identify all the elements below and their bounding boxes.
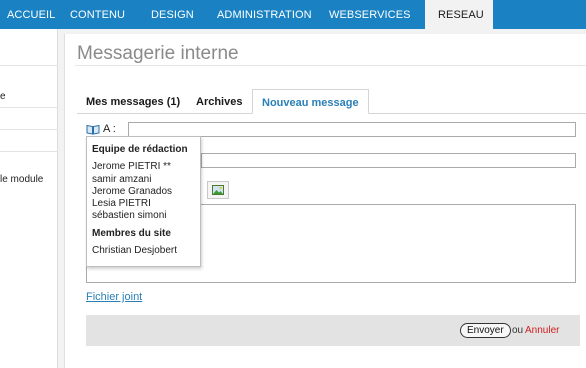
group-header-site-members: Membres du site (92, 228, 171, 239)
message-tabs: Mes messages (1) Archives Nouveau messag… (77, 89, 586, 114)
tab-my-messages[interactable]: Mes messages (1) (77, 89, 189, 114)
image-icon (212, 185, 224, 195)
nav-tab-webservices[interactable]: WEBSERVICES (322, 0, 425, 29)
recipient-label-row: A : (86, 122, 116, 136)
or-separator: ou (512, 325, 524, 336)
suggestion-item[interactable]: Christian Desjobert (92, 245, 177, 256)
sidebar-divider (0, 151, 58, 152)
sidebar-divider (0, 129, 58, 130)
sidebar-divider (0, 65, 58, 66)
subject-input[interactable] (201, 153, 576, 168)
suggestion-item[interactable]: sébastien simoni (92, 210, 166, 221)
sidebar-divider (0, 107, 58, 108)
cancel-link[interactable]: Annuler (525, 325, 559, 336)
recipient-input[interactable] (128, 122, 576, 137)
send-button[interactable]: Envoyer (460, 323, 511, 338)
top-navigation: ACCUEIL CONTENU DESIGN ADMINISTRATION WE… (0, 0, 586, 29)
book-icon[interactable] (86, 124, 100, 135)
suggestion-item[interactable]: Lesia PIETRI (92, 198, 151, 209)
suggestion-item[interactable]: Jerome PIETRI ** (92, 161, 171, 172)
nav-tab-contenu[interactable]: CONTENU (63, 0, 144, 29)
suggestion-item[interactable]: Jerome Granados (92, 186, 172, 197)
insert-image-button[interactable] (207, 181, 229, 199)
sidebar-item[interactable]: e (0, 91, 6, 102)
sidebar-item-module[interactable]: le module (0, 174, 43, 185)
tab-new-message[interactable]: Nouveau message (252, 89, 369, 114)
sidebar: e le module (0, 29, 58, 368)
form-actions-bar: Envoyer ou Annuler (86, 315, 580, 346)
recipient-suggestions-dropdown: Equipe de rédaction Jerome PIETRI ** sam… (86, 136, 201, 267)
nav-tab-reseau[interactable]: RESEAU (425, 0, 493, 29)
page-title: Messagerie interne (77, 43, 239, 64)
nav-tab-accueil[interactable]: ACCUEIL (0, 0, 63, 29)
recipient-label: A : (103, 123, 116, 135)
nav-tab-design[interactable]: DESIGN (144, 0, 210, 29)
nav-tab-administration[interactable]: ADMINISTRATION (210, 0, 322, 29)
group-header-editorial-team: Equipe de rédaction (92, 144, 188, 155)
title-divider (75, 65, 586, 66)
suggestion-item[interactable]: samir amzani (92, 174, 151, 185)
attach-file-link[interactable]: Fichier joint (86, 291, 142, 303)
tab-archives[interactable]: Archives (187, 89, 251, 114)
